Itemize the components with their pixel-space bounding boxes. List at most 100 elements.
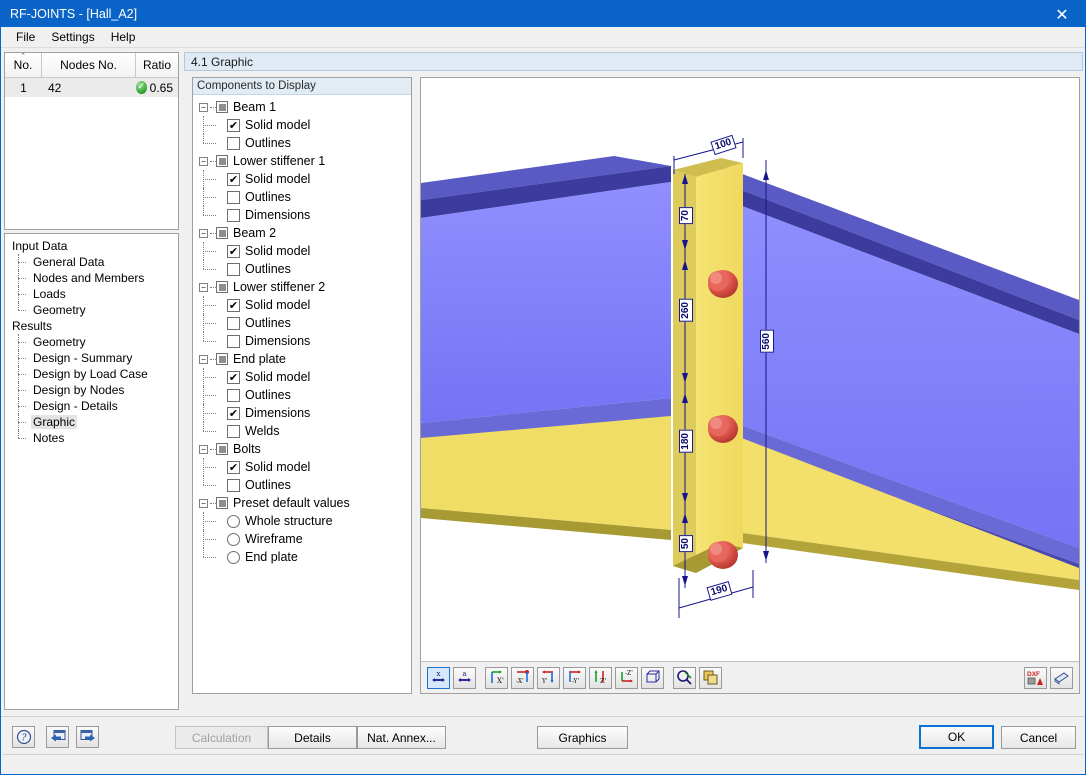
component-visibility-icon[interactable] xyxy=(216,155,228,167)
checkbox-checked-icon[interactable]: ✔ xyxy=(227,244,240,258)
tree-check-lower-stiffener-2-outlines[interactable]: Outlines xyxy=(199,314,411,332)
collapse-icon[interactable]: − xyxy=(199,444,208,454)
tree-check-beam-1-solid-model[interactable]: ✔ Solid model xyxy=(199,116,411,134)
tree-node-lower-stiffener-2[interactable]: − Lower stiffener 2 xyxy=(199,278,411,296)
nav-item-design-by-nodes[interactable]: Design by Nodes xyxy=(16,382,178,398)
help-question-icon[interactable]: ? xyxy=(12,726,35,748)
ok-button[interactable]: OK xyxy=(919,725,994,749)
nav-item-loads[interactable]: Loads xyxy=(16,286,178,302)
component-visibility-icon[interactable] xyxy=(216,101,228,113)
tree-node-bolts[interactable]: − Bolts xyxy=(199,440,411,458)
tree-node-beam-2[interactable]: − Beam 2 xyxy=(199,224,411,242)
radio-button-icon[interactable] xyxy=(227,532,240,546)
toolbar-view-cube-icon[interactable] xyxy=(641,666,664,689)
checkbox-unchecked-icon[interactable] xyxy=(227,388,240,402)
radio-button-icon[interactable] xyxy=(227,514,240,528)
checkbox-checked-icon[interactable]: ✔ xyxy=(227,370,240,384)
tree-node-lower-stiffener-1[interactable]: − Lower stiffener 1 xyxy=(199,152,411,170)
column-header-no[interactable]: ⌃ No. xyxy=(5,53,42,77)
nav-item-design-summary[interactable]: Design - Summary xyxy=(16,350,178,366)
tree-check-beam-2-outlines[interactable]: Outlines xyxy=(199,260,411,278)
graphics-button[interactable]: Graphics xyxy=(537,726,628,749)
checkbox-unchecked-icon[interactable] xyxy=(227,190,240,204)
nav-item-nodes-and-members[interactable]: Nodes and Members xyxy=(16,270,178,286)
menu-help[interactable]: Help xyxy=(103,28,144,46)
tree-check-end-plate-welds[interactable]: Welds xyxy=(199,422,411,440)
checkbox-unchecked-icon[interactable] xyxy=(227,424,240,438)
national-annex-button[interactable]: Nat. Annex... xyxy=(357,726,446,749)
nav-item-design-details[interactable]: Design - Details xyxy=(16,398,178,414)
collapse-icon[interactable]: − xyxy=(199,228,208,238)
checkbox-unchecked-icon[interactable] xyxy=(227,208,240,222)
toolbar-view-neg-x-icon[interactable]: -X' xyxy=(511,666,534,689)
previous-panel-icon[interactable] xyxy=(46,726,69,748)
collapse-icon[interactable]: − xyxy=(199,156,208,166)
checkbox-unchecked-icon[interactable] xyxy=(227,334,240,348)
toolbar-zoom-x-icon[interactable]: x xyxy=(427,666,450,689)
next-panel-icon[interactable] xyxy=(76,726,99,748)
tree-check-lower-stiffener-1-dimensions[interactable]: Dimensions xyxy=(199,206,411,224)
column-header-ratio[interactable]: Ratio xyxy=(136,53,178,77)
tree-check-end-plate-outlines[interactable]: Outlines xyxy=(199,386,411,404)
tree-node-preset-default-values[interactable]: − Preset default values xyxy=(199,494,411,512)
tree-check-beam-2-solid-model[interactable]: ✔ Solid model xyxy=(199,242,411,260)
tree-radio-wireframe[interactable]: Wireframe xyxy=(199,530,411,548)
checkbox-checked-icon[interactable]: ✔ xyxy=(227,172,240,186)
checkbox-checked-icon[interactable]: ✔ xyxy=(227,406,240,420)
table-row[interactable]: 1 42 ✓ 0.65 xyxy=(5,78,178,97)
nav-item-general-data[interactable]: General Data xyxy=(16,254,178,270)
tree-check-bolts-solid-model[interactable]: ✔ Solid model xyxy=(199,458,411,476)
tree-radio-whole-structure[interactable]: Whole structure xyxy=(199,512,411,530)
checkbox-unchecked-icon[interactable] xyxy=(227,478,240,492)
checkbox-checked-icon[interactable]: ✔ xyxy=(227,118,240,132)
nav-item-geometry-input[interactable]: Geometry xyxy=(16,302,178,318)
checkbox-unchecked-icon[interactable] xyxy=(227,262,240,276)
collapse-icon[interactable]: − xyxy=(199,282,208,292)
tree-node-beam-1[interactable]: − Beam 1 xyxy=(199,98,411,116)
export-dxf-icon[interactable]: DXF xyxy=(1024,666,1047,689)
tree-check-lower-stiffener-2-dimensions[interactable]: Dimensions xyxy=(199,332,411,350)
collapse-icon[interactable]: − xyxy=(199,354,208,364)
component-visibility-icon[interactable] xyxy=(216,443,228,455)
checkbox-unchecked-icon[interactable] xyxy=(227,136,240,150)
nav-item-geometry-results[interactable]: Geometry xyxy=(16,334,178,350)
tree-radio-end-plate[interactable]: End plate xyxy=(199,548,411,566)
tree-check-end-plate-solid-model[interactable]: ✔ Solid model xyxy=(199,368,411,386)
tree-check-bolts-outlines[interactable]: Outlines xyxy=(199,476,411,494)
toolbar-view-zoom-reset-icon[interactable] xyxy=(673,666,696,689)
toolbar-view-neg-y-icon[interactable]: -Y' xyxy=(563,666,586,689)
component-visibility-icon[interactable] xyxy=(216,227,228,239)
checkbox-checked-icon[interactable]: ✔ xyxy=(227,460,240,474)
toolbar-view-z-icon[interactable]: Z' xyxy=(589,666,612,689)
details-button[interactable]: Details xyxy=(268,726,357,749)
component-visibility-icon[interactable] xyxy=(216,281,228,293)
model-3d-view[interactable]: 100 70 260 560 180 50 190 xyxy=(421,78,1079,661)
tree-check-beam-1-outlines[interactable]: Outlines xyxy=(199,134,411,152)
toolbar-view-axonometric-icon[interactable]: -Z' xyxy=(615,666,638,689)
column-header-nodes-no[interactable]: Nodes No. xyxy=(42,53,136,77)
toolbar-view-x-icon[interactable]: X' xyxy=(485,666,508,689)
toolbar-zoom-a-icon[interactable]: a xyxy=(453,666,476,689)
checkbox-checked-icon[interactable]: ✔ xyxy=(227,298,240,312)
collapse-icon[interactable]: − xyxy=(199,102,208,112)
nav-item-graphic[interactable]: Graphic xyxy=(16,414,178,430)
print-icon[interactable] xyxy=(1050,666,1073,689)
close-icon[interactable]: ✕ xyxy=(1039,1,1085,27)
nav-item-notes[interactable]: Notes xyxy=(16,430,178,446)
component-visibility-icon[interactable] xyxy=(216,497,228,509)
toolbar-layers-icon[interactable] xyxy=(699,666,722,689)
tree-node-end-plate[interactable]: − End plate xyxy=(199,350,411,368)
tree-check-lower-stiffener-1-outlines[interactable]: Outlines xyxy=(199,188,411,206)
nav-item-design-by-load-case[interactable]: Design by Load Case xyxy=(16,366,178,382)
tree-check-end-plate-dimensions[interactable]: ✔ Dimensions xyxy=(199,404,411,422)
component-visibility-icon[interactable] xyxy=(216,353,228,365)
calculation-button[interactable]: Calculation xyxy=(175,726,268,749)
collapse-icon[interactable]: − xyxy=(199,498,208,508)
cancel-button[interactable]: Cancel xyxy=(1001,726,1076,749)
toolbar-view-y-icon[interactable]: Y' xyxy=(537,666,560,689)
menu-settings[interactable]: Settings xyxy=(43,28,102,46)
radio-button-icon[interactable] xyxy=(227,550,240,564)
tree-check-lower-stiffener-1-solid-model[interactable]: ✔ Solid model xyxy=(199,170,411,188)
tree-check-lower-stiffener-2-solid-model[interactable]: ✔ Solid model xyxy=(199,296,411,314)
checkbox-unchecked-icon[interactable] xyxy=(227,316,240,330)
